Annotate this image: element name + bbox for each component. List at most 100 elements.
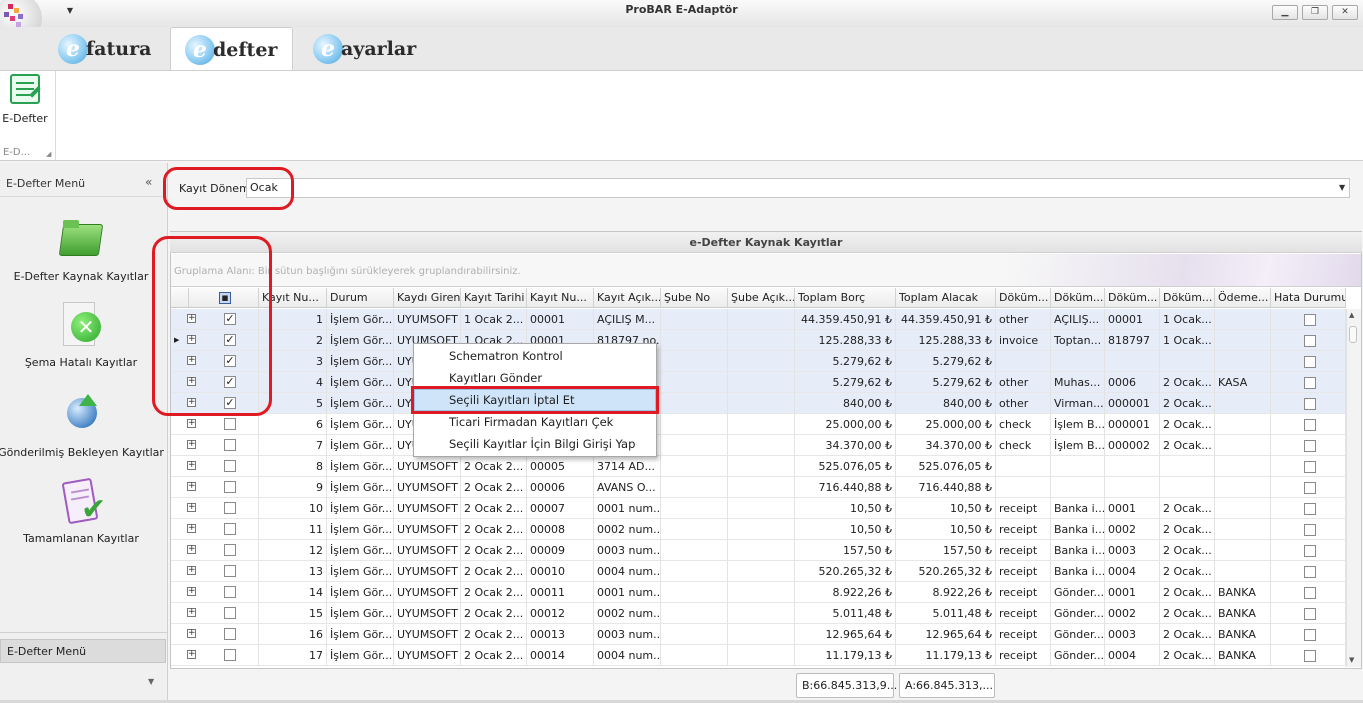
column-header[interactable]: Toplam Alacak [896,288,996,308]
table-row[interactable]: +8 İşlem Gör... UYUMSOFT 2 Ocak 2... 00005 37… [171,456,1346,477]
nav-item-sema-hatali[interactable]: ✕ Şema Hatalı Kayıtlar [0,302,165,369]
table-row[interactable]: +15 İşlem Gör... UYUMSOFT 2 Ocak 2... 00012 0… [171,603,1346,624]
error-status-checkbox[interactable] [1304,335,1316,347]
table-row[interactable]: +11 İşlem Gör... UYUMSOFT 2 Ocak 2... 00008 0… [171,519,1346,540]
error-status-checkbox[interactable] [1304,398,1316,410]
column-header[interactable]: Kayıt Tarihi [461,288,527,308]
table-row[interactable]: +13 İşlem Gör... UYUMSOFT 2 Ocak 2... 00010 0… [171,561,1346,582]
close-button[interactable]: ✕ [1332,5,1358,20]
error-status-checkbox[interactable] [1304,314,1316,326]
column-header[interactable]: Kaydı Giren [394,288,461,308]
row-select-checkbox[interactable] [224,649,236,661]
error-status-checkbox[interactable] [1304,482,1316,494]
error-status-checkbox[interactable] [1304,419,1316,431]
minimize-button[interactable]: ▁ [1272,5,1298,20]
column-header[interactable]: Kayıt Açık... [594,288,661,308]
scroll-down-arrow-icon[interactable]: ▼ [1349,656,1354,664]
period-combobox[interactable]: Ocak [246,178,1350,198]
nav-item-kaynak-kayitlar[interactable]: E-Defter Kaynak Kayıtlar [0,216,165,283]
row-select-checkbox[interactable] [224,439,236,451]
row-select-checkbox[interactable] [224,586,236,598]
error-status-checkbox[interactable] [1304,377,1316,389]
table-cell[interactable] [1271,498,1346,519]
nav-group-button[interactable]: E-Defter Menü [0,639,166,663]
column-header[interactable]: Kayıt Nu... [527,288,594,308]
table-cell[interactable] [1271,330,1346,351]
table-row[interactable]: +14 İşlem Gör... UYUMSOFT 2 Ocak 2... 00011 0… [171,582,1346,603]
table-row[interactable]: +10 İşlem Gör... UYUMSOFT 2 Ocak 2... 00007 0… [171,498,1346,519]
table-row[interactable]: +17 İşlem Gör... UYUMSOFT 2 Ocak 2... 00014 0… [171,645,1346,666]
expand-row-icon[interactable]: + [187,461,196,470]
table-cell[interactable] [1271,561,1346,582]
column-header[interactable]: Döküm... [996,288,1051,308]
table-row[interactable]: +7İşlem Gör...UYUMSOFT34.370,00 ₺34.370,… [171,435,1346,456]
error-status-checkbox[interactable] [1304,545,1316,557]
error-status-checkbox[interactable] [1304,629,1316,641]
expand-row-icon[interactable]: + [187,524,196,533]
error-status-checkbox[interactable] [1304,650,1316,662]
tab-edefter[interactable]: e defter [170,27,293,71]
column-header[interactable]: Ödeme... [1215,288,1271,308]
nav-item-gonderilmis[interactable]: Gönderilmiş Bekleyen Kayıtlar [0,392,165,459]
table-cell[interactable] [1271,624,1346,645]
table-cell[interactable] [1271,582,1346,603]
row-select-checkbox[interactable] [224,565,236,577]
expand-row-icon[interactable]: + [187,482,196,491]
table-row[interactable]: +✓4İşlem Gör...UYUMSOFT5.279,62 ₺5.279,6… [171,372,1346,393]
row-select-checkbox[interactable] [224,607,236,619]
column-header[interactable]: Döküm... [1160,288,1215,308]
table-row[interactable]: +✓3İşlem Gör...UYUMSOFT5.279,62 ₺5.279,6… [171,351,1346,372]
table-cell[interactable] [1271,645,1346,666]
table-cell[interactable] [1271,351,1346,372]
nav-item-tamamlanan[interactable]: ✔ Tamamlanan Kayıtlar [0,477,165,545]
table-cell[interactable] [1271,309,1346,330]
table-row[interactable]: +6İşlem Gör...UYUMSOFT25.000,00 ₺25.000,… [171,414,1346,435]
table-row[interactable]: + ✓ 1 İşlem Gör... UYUMSOFT 1 Ocak 2... 00001 A… [171,309,1346,330]
restore-button[interactable]: ❐ [1302,5,1328,20]
expand-row-icon[interactable]: + [187,566,196,575]
column-header[interactable]: Hata Durumu [1271,288,1346,308]
column-header[interactable]: Döküm... [1105,288,1160,308]
collapse-chevron-icon[interactable]: « [145,175,152,189]
error-status-checkbox[interactable] [1304,461,1316,473]
row-select-checkbox[interactable] [224,418,236,430]
menu-item-bilgi-girisi[interactable]: Seçili Kayıtlar İçin Bilgi Girişi Yap [414,433,656,455]
menu-item-ticari-firmadan-cek[interactable]: Ticari Firmadan Kayıtları Çek [414,411,656,433]
column-header[interactable]: Döküm... [1051,288,1105,308]
error-status-checkbox[interactable] [1304,566,1316,578]
table-cell[interactable] [1271,540,1346,561]
error-status-checkbox[interactable] [1304,524,1316,536]
error-status-checkbox[interactable] [1304,356,1316,368]
menu-item-schematron-kontrol[interactable]: Schematron Kontrol [414,345,656,367]
group-launcher-icon[interactable]: ◢ [46,150,51,158]
scroll-thumb[interactable] [1349,326,1357,343]
expand-row-icon[interactable]: + [187,629,196,638]
tab-eayarlar[interactable]: e ayarlar [307,27,427,71]
table-row[interactable]: +16 İşlem Gör... UYUMSOFT 2 Ocak 2... 00013 0… [171,624,1346,645]
row-select-checkbox[interactable] [224,481,236,493]
table-row[interactable]: +✓5İşlem Gör...UYUMSOFT840,00 ₺840,00 ₺o… [171,393,1346,414]
expand-row-icon[interactable]: + [187,503,196,512]
table-cell[interactable] [1271,372,1346,393]
error-status-checkbox[interactable] [1304,587,1316,599]
row-select-checkbox[interactable] [224,502,236,514]
row-select-checkbox[interactable] [224,628,236,640]
edefter-ribbon-button[interactable]: E-Defter [2,74,48,130]
expand-row-icon[interactable]: + [187,440,196,449]
expand-row-icon[interactable]: + [187,545,196,554]
scroll-up-arrow-icon[interactable]: ▲ [1349,311,1354,319]
tab-efatura[interactable]: e fatura [52,27,164,71]
column-header[interactable]: Durum [327,288,394,308]
row-select-checkbox[interactable] [224,544,236,556]
row-select-checkbox[interactable] [224,460,236,472]
error-status-checkbox[interactable] [1304,608,1316,620]
table-cell[interactable] [1271,414,1346,435]
table-row[interactable]: ▶ + ✓ 2 İşlem Gör... UYUMSOFT 1 Ocak 2... 00001… [171,330,1346,351]
table-cell[interactable] [1271,477,1346,498]
expand-row-icon[interactable]: + [187,419,196,428]
row-select-checkbox[interactable] [224,523,236,535]
column-header[interactable]: Toplam Borç [795,288,896,308]
column-header[interactable]: Şube Açık... [728,288,795,308]
expand-row-icon[interactable]: + [187,608,196,617]
table-cell[interactable] [1271,603,1346,624]
